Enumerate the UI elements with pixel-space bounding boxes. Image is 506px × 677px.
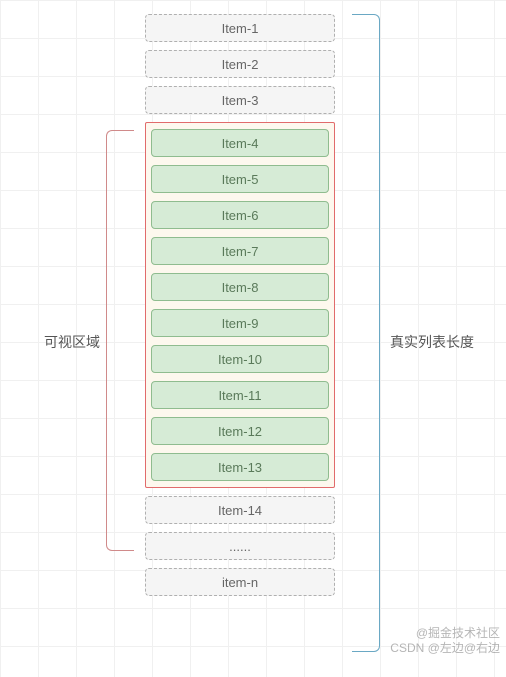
list-item: Item-7 — [151, 237, 329, 265]
item-label: Item-9 — [222, 316, 259, 331]
item-label: Item-8 — [222, 280, 259, 295]
list-item: Item-13 — [151, 453, 329, 481]
list-item: Item-11 — [151, 381, 329, 409]
item-label: Item-2 — [222, 57, 259, 72]
watermark-line: @掘金技术社区 — [390, 626, 500, 642]
right-bracket-label: 真实列表长度 — [390, 332, 474, 352]
list-item: Item-5 — [151, 165, 329, 193]
right-bracket — [352, 14, 380, 652]
list-item: ...... — [145, 532, 335, 560]
item-label: Item-6 — [222, 208, 259, 223]
item-label: Item-5 — [222, 172, 259, 187]
item-label: Item-10 — [218, 352, 262, 367]
item-label: item-n — [222, 575, 258, 590]
list-item: Item-14 — [145, 496, 335, 524]
list-item: Item-6 — [151, 201, 329, 229]
item-label: Item-4 — [222, 136, 259, 151]
list-item: Item-12 — [151, 417, 329, 445]
item-label: Item-11 — [218, 388, 261, 403]
list-item: item-n — [145, 568, 335, 596]
item-label: Item-3 — [222, 93, 259, 108]
list-item: Item-9 — [151, 309, 329, 337]
list-item: Item-2 — [145, 50, 335, 78]
list-item: Item-10 — [151, 345, 329, 373]
diagram-stage: Item-1 Item-2 Item-3 Item-4 Item-5 Item-… — [0, 0, 506, 677]
left-bracket-label: 可视区域 — [44, 332, 100, 352]
watermark-line: CSDN @左边@右边 — [390, 641, 500, 657]
list-item: Item-8 — [151, 273, 329, 301]
item-label: Item-7 — [222, 244, 259, 259]
left-bracket — [106, 130, 134, 551]
viewport-box: Item-4 Item-5 Item-6 Item-7 Item-8 Item-… — [145, 122, 335, 488]
item-label: Item-13 — [218, 460, 262, 475]
list-item: Item-3 — [145, 86, 335, 114]
item-label: Item-12 — [218, 424, 262, 439]
item-label: Item-1 — [222, 21, 259, 36]
item-column: Item-1 Item-2 Item-3 Item-4 Item-5 Item-… — [145, 14, 335, 596]
item-label: Item-14 — [218, 503, 262, 518]
list-item: Item-4 — [151, 129, 329, 157]
item-label: ...... — [229, 539, 251, 554]
watermark: @掘金技术社区 CSDN @左边@右边 — [390, 626, 500, 657]
list-item: Item-1 — [145, 14, 335, 42]
